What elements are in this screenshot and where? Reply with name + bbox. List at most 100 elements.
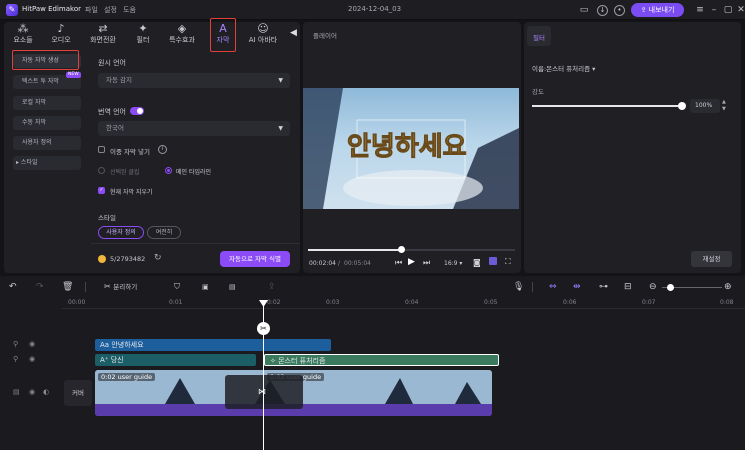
refresh-icon[interactable]: ↻: [154, 253, 162, 263]
tab-label: 요소들: [13, 36, 33, 44]
text-icon[interactable]: ▣: [202, 280, 209, 294]
selected-clip-radio[interactable]: [98, 167, 105, 174]
main-timeline-radio[interactable]: [165, 167, 172, 174]
grid-icon[interactable]: [489, 257, 497, 265]
tab-effects[interactable]: ◈ 특수효과: [163, 22, 201, 50]
info-icon[interactable]: i: [158, 145, 167, 154]
export-button[interactable]: ⇪ 내보내기: [631, 3, 684, 17]
properties-panel: [524, 22, 741, 273]
reset-button[interactable]: 재설정: [691, 251, 732, 267]
ruler-label: 0:07: [642, 299, 656, 306]
tab-label: 특수효과: [169, 36, 195, 44]
selection-highlight: [12, 50, 79, 70]
selected-clip-label: 선택된 클립: [110, 169, 140, 176]
snapshot-icon[interactable]: ◙: [473, 258, 481, 267]
film-icon[interactable]: ▤: [13, 388, 20, 396]
link-icon[interactable]: ⇔: [549, 280, 557, 294]
text-clip[interactable]: Aa 안녕하세요: [95, 339, 331, 351]
split-button[interactable]: ✂ 분리하기: [104, 280, 137, 294]
style-custom-chip[interactable]: 사용자 정의: [98, 226, 144, 239]
fullscreen-icon[interactable]: ⛶: [505, 257, 511, 267]
sidebar-item-manual-subtitle[interactable]: 수동 자막: [13, 116, 81, 130]
stepper-icon[interactable]: ▲ ▼: [722, 99, 726, 113]
time-separator: /: [338, 260, 341, 267]
zoom-out-icon[interactable]: ⊖: [649, 280, 657, 294]
volume-icon[interactable]: ◐: [43, 388, 49, 396]
tab-ai-avatar[interactable]: ☺ AI 아바타: [244, 22, 282, 50]
tab-transition[interactable]: ⇄ 화면전환: [84, 22, 122, 50]
ruler-label: 00:00: [68, 299, 86, 306]
shield-icon[interactable]: ⛉: [174, 280, 180, 294]
zoom-in-icon[interactable]: ⊕: [724, 280, 732, 294]
menu-help[interactable]: 도움: [123, 5, 136, 15]
redo-icon[interactable]: ↷: [36, 280, 44, 294]
link-icon[interactable]: ⚲: [13, 340, 18, 348]
style-classic-chip[interactable]: 여전히: [147, 226, 181, 239]
sidebar-item-custom[interactable]: 사용자 정의: [13, 136, 81, 150]
tab-label: 오디오: [51, 36, 71, 44]
menu-icon[interactable]: ≡: [694, 4, 706, 16]
ruler-label: 0:04: [405, 299, 419, 306]
tab-label: 자막: [216, 36, 230, 44]
snap-icon[interactable]: ⇹: [573, 280, 581, 294]
delete-icon[interactable]: 🗑: [62, 280, 73, 294]
clip-label: 안녕하세요: [111, 341, 144, 349]
translate-toggle[interactable]: [130, 107, 144, 115]
account-icon[interactable]: •: [614, 5, 625, 16]
time-total: 00:05:04: [344, 260, 371, 267]
aspect-value: 16:9: [444, 260, 458, 267]
eye-icon[interactable]: ◉: [29, 340, 35, 348]
microphone-icon[interactable]: 🎙: [513, 280, 524, 294]
chevron-down-icon: ▼: [278, 77, 283, 84]
export-clip-icon[interactable]: ⇪: [268, 280, 276, 294]
tab-audio[interactable]: ♪ 오디오: [44, 22, 78, 50]
aspect-ratio-select[interactable]: 16:9 ▾: [444, 260, 462, 267]
filter-clip[interactable]: ✧ 몬스터 퓨처리즘: [264, 354, 499, 366]
menu-settings[interactable]: 설정: [104, 5, 117, 15]
auto-subtitle-button[interactable]: 자동으로 자막 식별: [220, 251, 290, 267]
tab-elements[interactable]: ⁂ 요소들: [6, 22, 40, 50]
split-scissors-icon[interactable]: ✂: [257, 322, 270, 335]
ruler-label: 0:02: [267, 299, 281, 306]
maximize-icon[interactable]: ▢: [722, 4, 734, 16]
tab-filter[interactable]: ✦ 필터: [126, 22, 160, 50]
tab-scroll-icon[interactable]: ◀: [290, 28, 297, 38]
close-icon[interactable]: ✕: [735, 4, 745, 16]
strength-slider[interactable]: [532, 105, 682, 107]
source-language-label: 원시 언어: [98, 59, 126, 67]
play-icon[interactable]: ▶: [408, 257, 415, 267]
effects-icon: ◈: [177, 22, 187, 35]
eye-icon[interactable]: ◉: [29, 388, 35, 396]
cover-button[interactable]: 커버: [64, 380, 92, 406]
link-icon[interactable]: ⚲: [13, 355, 18, 363]
minimize-icon[interactable]: –: [708, 4, 720, 16]
feedback-icon[interactable]: ▭: [578, 4, 590, 16]
strength-value[interactable]: 100%: [690, 99, 720, 113]
app-title: HitPaw Edimakor: [22, 5, 81, 13]
sidebar-item-style[interactable]: ▸ 스타일: [13, 156, 81, 170]
source-language-select[interactable]: 자동 감지 ▼: [98, 73, 290, 88]
sidebar-item-local-subtitle[interactable]: 로컬 자막: [13, 96, 81, 110]
main-timeline-label: 메인 타임라인: [176, 169, 212, 176]
eye-icon[interactable]: ◉: [29, 355, 35, 363]
caption-icon[interactable]: ⊟: [624, 280, 632, 294]
dual-subtitle-checkbox[interactable]: [98, 146, 105, 153]
video-clip-label-1: 0:02 user guide: [98, 373, 156, 381]
prev-frame-icon[interactable]: ⏮: [395, 258, 402, 268]
translate-language-select[interactable]: 한국어 ▼: [98, 121, 290, 136]
transition-icon: ⋈: [258, 387, 266, 396]
track-head-video: ▤ ◉ ◐: [5, 386, 60, 401]
zoom-handle[interactable]: [667, 284, 674, 291]
tab-subtitle[interactable]: A 자막: [210, 18, 236, 52]
filter-tab[interactable]: 필터: [533, 32, 545, 42]
undo-icon[interactable]: ↶: [9, 280, 17, 294]
clear-subtitle-checkbox[interactable]: ✓: [98, 187, 105, 194]
subtitle-clip[interactable]: A⁺ 당신: [95, 354, 256, 366]
ruler-label: 0:05: [484, 299, 498, 306]
ai-icon[interactable]: ▤: [229, 280, 236, 294]
strength-handle[interactable]: [678, 102, 686, 110]
menu-file[interactable]: 파일: [85, 5, 98, 15]
download-icon[interactable]: ↓: [597, 5, 608, 16]
track-icon[interactable]: ⊶: [599, 280, 608, 294]
next-frame-icon[interactable]: ⏭: [423, 258, 430, 268]
